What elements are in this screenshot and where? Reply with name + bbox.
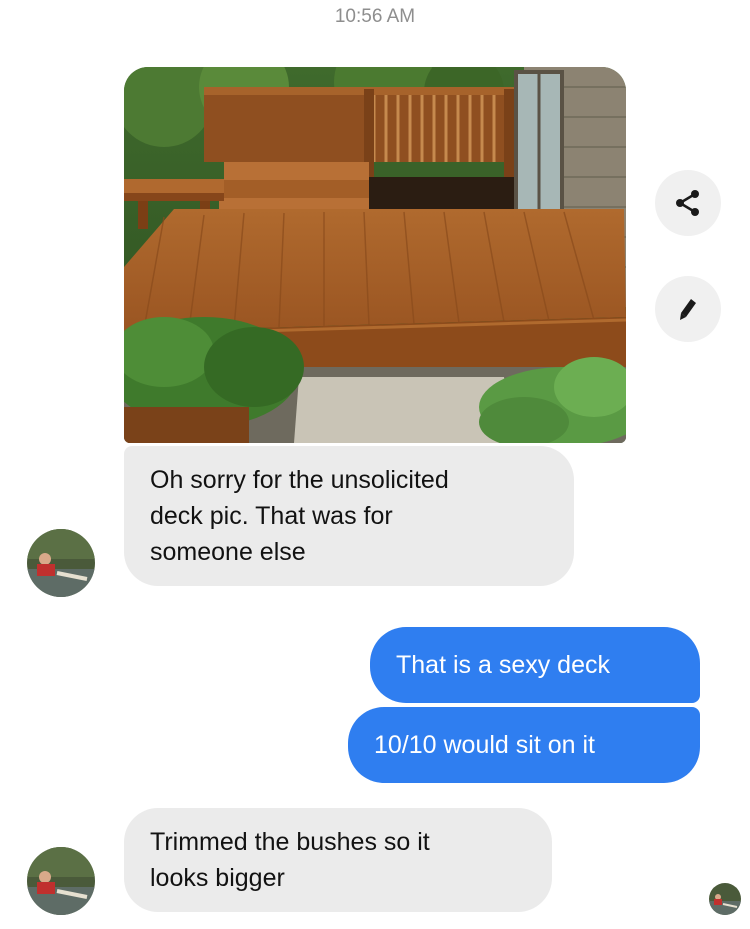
message-text: That is a sexy deck (396, 651, 610, 679)
incoming-message[interactable]: Trimmed the bushes so it looks bigger (124, 808, 552, 912)
outgoing-message[interactable]: That is a sexy deck (370, 627, 700, 703)
share-icon (676, 190, 699, 216)
share-button[interactable] (655, 170, 721, 236)
edit-button[interactable] (655, 276, 721, 342)
avatar-image (709, 883, 741, 915)
deck-photo[interactable] (124, 67, 626, 443)
deck-photo-image (124, 67, 626, 443)
message-timestamp: 10:56 AM (334, 6, 416, 27)
message-text-line: someone else (150, 538, 306, 566)
incoming-message[interactable]: Oh sorry for the unsolicited deck pic. T… (124, 446, 574, 586)
seen-indicator-avatar (709, 883, 741, 915)
message-text: 10/10 would sit on it (374, 731, 595, 759)
avatar-image (27, 847, 95, 915)
avatar-image (27, 529, 95, 597)
sender-avatar[interactable] (27, 529, 95, 597)
pencil-icon (680, 299, 696, 320)
message-text-line: looks bigger (150, 864, 285, 892)
message-text-line: Oh sorry for the unsolicited (150, 466, 449, 494)
outgoing-message[interactable]: 10/10 would sit on it (348, 707, 700, 783)
message-text-line: deck pic. That was for (150, 502, 393, 530)
message-text-line: Trimmed the bushes so it (150, 828, 430, 856)
sender-avatar[interactable] (27, 847, 95, 915)
